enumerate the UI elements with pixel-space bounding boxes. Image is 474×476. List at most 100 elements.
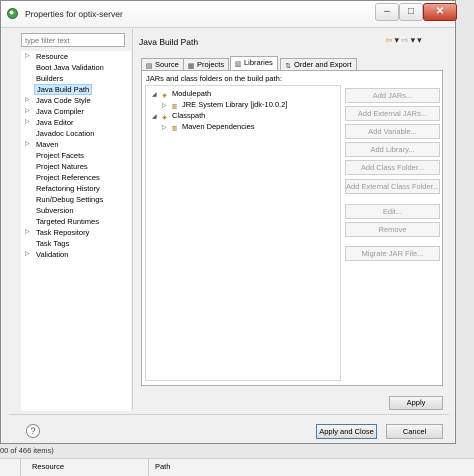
library-jar-icon: ▥ (171, 126, 178, 132)
build-path-entry-label: Maven Dependencies (182, 122, 255, 131)
maximize-button[interactable]: □ (399, 3, 423, 21)
add-external-class-folder-button[interactable]: Add External Class Folder... (345, 179, 440, 194)
expand-arrow-icon[interactable]: ▷ (25, 117, 33, 128)
forward-arrow-icon[interactable]: ⇨ (401, 35, 411, 45)
add-jars-button[interactable]: Add JARs... (345, 88, 440, 103)
tree-item-label: Boot Java Validation (36, 63, 104, 72)
tree-item-java-compiler[interactable]: ▷ Java Compiler (21, 106, 131, 117)
tab-projects[interactable]: ▦ Projects (183, 58, 230, 70)
expand-arrow-icon[interactable]: ▷ (25, 139, 33, 150)
tree-item-label: Java Code Style (36, 96, 91, 105)
path-container-icon: ◈ (162, 93, 167, 99)
expand-arrow-icon[interactable]: ▷ (25, 106, 33, 117)
tree-item-label: Project Facets (36, 151, 84, 160)
column-separator (148, 459, 149, 476)
title-bar[interactable]: Properties for optix-server – □ ✕ (1, 1, 457, 28)
tree-item-label: Refactoring History (36, 184, 100, 193)
library-jar-icon: ▥ (171, 104, 178, 110)
remove-button[interactable]: Remove (345, 222, 440, 237)
tree-item-targeted-runtimes[interactable]: Targeted Runtimes (21, 216, 131, 227)
cancel-button[interactable]: Cancel (386, 424, 443, 439)
path-container-icon: ◈ (162, 115, 167, 121)
window-title: Properties for optix-server (25, 9, 123, 19)
libraries-panel: JARs and class folders on the build path… (141, 70, 443, 386)
close-button[interactable]: ✕ (423, 3, 457, 21)
tree-item-project-natures[interactable]: Project Natures (21, 161, 131, 172)
tree-item-label: Maven (36, 140, 59, 149)
expand-arrow-icon[interactable]: ▷ (25, 95, 33, 106)
build-path-entry-maven-dependencies[interactable]: ▷ ▥ Maven Dependencies (162, 122, 255, 132)
tree-item-label: Java Editor (36, 118, 74, 127)
apply-button[interactable]: Apply (389, 396, 443, 410)
apply-and-close-button[interactable]: Apply and Close (316, 424, 377, 439)
tree-item-label: Run/Debug Settings (36, 195, 104, 204)
edit-button[interactable]: Edit... (345, 204, 440, 219)
build-path-entry-classpath[interactable]: ◢ ◈ Classpath (152, 111, 205, 121)
expand-arrow-icon[interactable]: ◢ (152, 112, 160, 122)
tree-item-project-facets[interactable]: Project Facets (21, 150, 131, 161)
tree-item-label: Task Tags (36, 239, 70, 248)
tab-label: Libraries (244, 58, 273, 67)
add-class-folder-button[interactable]: Add Class Folder... (345, 160, 440, 175)
tree-item-resource[interactable]: ▷ Resource (21, 51, 131, 62)
tree-item-java-editor[interactable]: ▷ Java Editor (21, 117, 131, 128)
background-status-text: 00 of 466 items) (0, 446, 54, 455)
tree-item-subversion[interactable]: Subversion (21, 205, 131, 216)
migrate-jar-file-button[interactable]: Migrate JAR File... (345, 246, 440, 261)
expand-arrow-icon[interactable]: ▷ (162, 123, 170, 133)
minimize-button[interactable]: – (375, 3, 399, 21)
tree-item-task-tags[interactable]: Task Tags (21, 238, 131, 249)
tree-item-builders[interactable]: Builders (21, 73, 131, 84)
tree-item-label: Javadoc Location (36, 129, 95, 138)
tab-libraries[interactable]: ▥ Libraries (230, 56, 278, 70)
background-table-header: Resource Path (0, 458, 474, 476)
expand-arrow-icon[interactable]: ▷ (25, 227, 33, 238)
build-path-label: JARs and class folders on the build path… (146, 74, 282, 83)
tree-item-label: Targeted Runtimes (36, 217, 99, 226)
tree-item-boot-java-validation[interactable]: Boot Java Validation (21, 62, 131, 73)
tree-item-label: Project References (36, 173, 100, 182)
add-external-jars-button[interactable]: Add External JARs... (345, 106, 440, 121)
tab-order-and-export[interactable]: ⇅ Order and Export (280, 58, 357, 70)
build-path-entry-label: Classpath (172, 111, 206, 120)
tree-item-java-code-style[interactable]: ▷ Java Code Style (21, 95, 131, 106)
tree-item-validation[interactable]: ▷ Validation (21, 249, 131, 260)
build-path-entry-modulepath[interactable]: ◢ ◈ Modulepath (152, 89, 211, 99)
tree-item-javadoc-location[interactable]: Javadoc Location (21, 128, 131, 139)
tree-item-java-build-path[interactable]: Java Build Path (21, 84, 131, 95)
filter-input[interactable]: type filter text (21, 33, 125, 47)
tree-item-run-debug-settings[interactable]: Run/Debug Settings (21, 194, 131, 205)
tree-item-task-repository[interactable]: ▷ Task Repository (21, 227, 131, 238)
tree-item-label: Validation (36, 250, 69, 259)
sash-divider[interactable] (132, 29, 133, 409)
tree-item-label: Resource (36, 52, 69, 61)
tab-source[interactable]: ▤ Source (141, 58, 184, 70)
build-path-tree[interactable]: ◢ ◈ Modulepath ▷ ▥ JRE System Library [jdk-10… (145, 85, 341, 381)
tree-item-label: Java Compiler (36, 107, 84, 116)
footer-divider (9, 414, 449, 415)
view-menu-icon[interactable]: ▾ (417, 35, 424, 45)
back-arrow-icon[interactable]: ⇦ (385, 35, 395, 45)
expand-arrow-icon[interactable]: ▷ (162, 101, 170, 111)
tree-item-project-references[interactable]: Project References (21, 172, 131, 183)
tree-item-maven[interactable]: ▷ Maven (21, 139, 131, 150)
add-library-button[interactable]: Add Library... (345, 142, 440, 157)
expand-arrow-icon[interactable]: ▷ (25, 51, 33, 62)
column-header-path[interactable]: Path (155, 462, 170, 471)
property-pages-tree: ▷ Resource Boot Java Validation Builders Jav… (21, 51, 131, 411)
add-variable-button[interactable]: Add Variable... (345, 124, 440, 139)
expand-arrow-icon[interactable]: ◢ (152, 90, 160, 100)
expand-arrow-icon[interactable]: ▷ (25, 249, 33, 260)
library-icon: ▥ (234, 61, 242, 68)
tab-label: Projects (197, 60, 225, 69)
page-title: Java Build Path (139, 37, 199, 47)
tree-item-refactoring-history[interactable]: Refactoring History (21, 183, 131, 194)
page-navigation: ⇦▾⇨▾▾ (385, 35, 424, 46)
help-icon[interactable]: ? (26, 424, 40, 438)
column-header-resource[interactable]: Resource (32, 462, 64, 471)
tab-label: Source (155, 60, 179, 69)
column-separator (20, 459, 21, 476)
tab-label: Order and Export (294, 60, 352, 69)
eclipse-icon (7, 8, 18, 19)
build-path-entry-jre-system-library-jdk-10-0-2[interactable]: ▷ ▥ JRE System Library [jdk-10.0.2] (162, 100, 287, 110)
